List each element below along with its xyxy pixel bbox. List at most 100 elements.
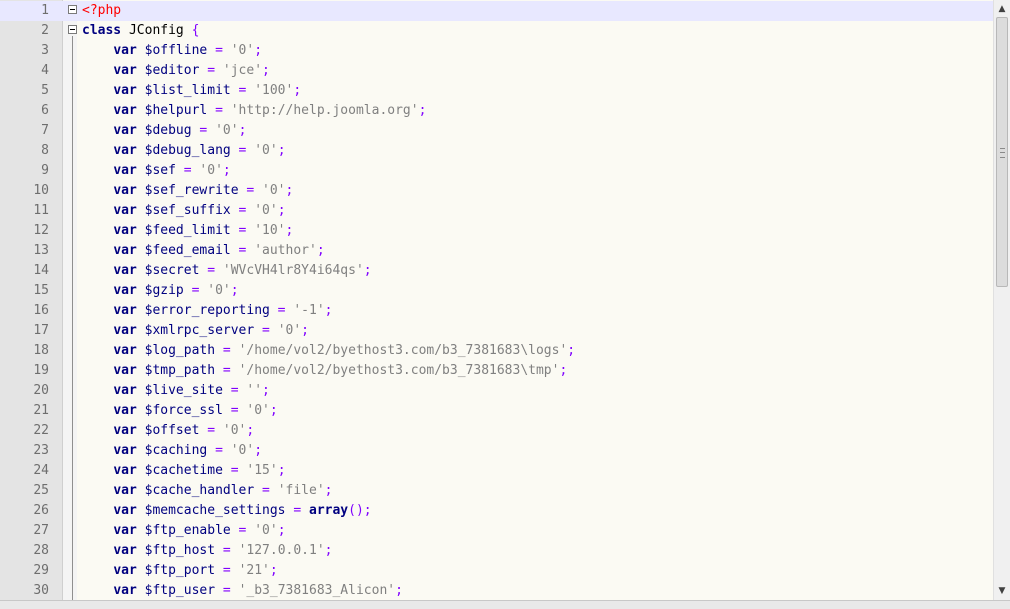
code-line[interactable]: 13 var $feed_email = 'author';	[0, 241, 993, 261]
code-token: ;	[269, 563, 278, 578]
code-token: '0'	[277, 323, 302, 338]
code-line[interactable]: 26 var $memcache_settings = array();	[0, 501, 993, 521]
code-editor[interactable]: 1 <?php 2 class JConfig {3 var $offline = '…	[0, 0, 993, 600]
scroll-up-button[interactable]: ▲	[994, 1, 1010, 17]
code-line[interactable]: 15 var $gzip = '0';	[0, 281, 993, 301]
code-token: var	[113, 503, 137, 518]
code-token: $sef_suffix	[136, 203, 231, 218]
code-line[interactable]: 3 var $offline = '0';	[0, 41, 993, 61]
code-token: =	[215, 583, 239, 598]
code-token: var	[113, 163, 137, 178]
code-token: var	[113, 243, 137, 258]
scroll-down-button[interactable]: ▼	[994, 583, 1010, 599]
code-token: ;	[277, 463, 286, 478]
code-token: $secret	[136, 263, 200, 278]
code-line[interactable]: 16 var $error_reporting = '-1';	[0, 301, 993, 321]
code-token: '0'	[254, 523, 278, 538]
code-token: ;	[277, 523, 286, 538]
code-token: $debug	[136, 123, 192, 138]
code-token: $error_reporting	[136, 303, 270, 318]
code-line[interactable]: 17 var $xmlrpc_server = '0';	[0, 321, 993, 341]
code-token: var	[113, 323, 137, 338]
code-line[interactable]: 27 var $ftp_enable = '0';	[0, 521, 993, 541]
code-token: '0'	[246, 403, 270, 418]
fold-minus-icon[interactable]	[68, 5, 77, 14]
code-text: var $sef = '0';	[82, 161, 231, 181]
code-token: $tmp_path	[136, 363, 216, 378]
code-text: var $live_site = '';	[82, 381, 270, 401]
code-line[interactable]: 9 var $sef = '0';	[0, 161, 993, 181]
code-token: var	[113, 303, 137, 318]
code-line[interactable]: 11 var $sef_suffix = '0';	[0, 201, 993, 221]
scrollbar-thumb[interactable]	[996, 17, 1008, 287]
code-line[interactable]: 21 var $force_ssl = '0';	[0, 401, 993, 421]
line-number: 2	[41, 23, 49, 38]
line-number: 1	[41, 3, 49, 18]
code-line[interactable]: 4 var $editor = 'jce';	[0, 61, 993, 81]
code-token: var	[113, 223, 137, 238]
code-token: $debug_lang	[136, 143, 231, 158]
code-line[interactable]: 20 var $live_site = '';	[0, 381, 993, 401]
code-token: =	[215, 363, 239, 378]
code-line[interactable]: 28 var $ftp_host = '127.0.0.1';	[0, 541, 993, 561]
code-token: ;	[254, 443, 263, 458]
code-line[interactable]: 24 var $cachetime = '15';	[0, 461, 993, 481]
code-token: =	[254, 323, 278, 338]
line-number: 27	[33, 523, 49, 538]
fold-minus-icon[interactable]	[68, 25, 77, 34]
code-token: =	[199, 263, 223, 278]
code-line[interactable]: 2 class JConfig {	[0, 21, 993, 41]
code-text: var $gzip = '0';	[82, 281, 238, 301]
code-token: ;	[324, 303, 333, 318]
code-line[interactable]: 8 var $debug_lang = '0';	[0, 141, 993, 161]
code-text: var $editor = 'jce';	[82, 61, 270, 81]
code-token: class	[82, 23, 122, 38]
line-number: 11	[33, 203, 49, 218]
code-line[interactable]: 25 var $cache_handler = 'file';	[0, 481, 993, 501]
code-line[interactable]: 18 var $log_path = '/home/vol2/byethost3…	[0, 341, 993, 361]
code-token: =	[207, 103, 231, 118]
code-token: '_b3_7381683_Alicon'	[238, 583, 396, 598]
code-token: =	[230, 143, 255, 158]
code-line[interactable]: 23 var $caching = '0';	[0, 441, 993, 461]
code-token: '0'	[254, 143, 278, 158]
code-text: var $secret = 'WVcVH4lr8Y4i64qs';	[82, 261, 371, 281]
horizontal-scrollbar[interactable]	[0, 600, 1010, 609]
code-line[interactable]: 14 var $secret = 'WVcVH4lr8Y4i64qs';	[0, 261, 993, 281]
code-text: var $ftp_user = '_b3_7381683_Alicon';	[82, 581, 403, 600]
code-token: $force_ssl	[136, 403, 223, 418]
vertical-scrollbar[interactable]: ▲ ▼	[993, 0, 1010, 600]
code-line[interactable]: 22 var $offset = '0';	[0, 421, 993, 441]
code-line[interactable]: 5 var $list_limit = '100';	[0, 81, 993, 101]
code-token: $offline	[136, 43, 208, 58]
code-token: ;	[277, 143, 286, 158]
code-token: array	[309, 503, 349, 518]
line-number: 29	[33, 563, 49, 578]
code-line[interactable]: 19 var $tmp_path = '/home/vol2/byethost3…	[0, 361, 993, 381]
code-token: =	[222, 403, 247, 418]
line-number: 12	[33, 223, 49, 238]
line-number: 30	[33, 583, 49, 598]
code-text: class JConfig {	[82, 21, 199, 41]
code-line[interactable]: 12 var $feed_limit = '10';	[0, 221, 993, 241]
code-line[interactable]: 29 var $ftp_port = '21';	[0, 561, 993, 581]
line-number: 20	[33, 383, 49, 398]
code-token: ;	[269, 403, 278, 418]
code-token: '10'	[254, 223, 286, 238]
code-line[interactable]: 10 var $sef_rewrite = '0';	[0, 181, 993, 201]
code-token: <?php	[82, 3, 122, 18]
code-token: ;	[222, 163, 231, 178]
code-line[interactable]: 7 var $debug = '0';	[0, 121, 993, 141]
code-line[interactable]: 6 var $helpurl = 'http://help.joomla.org…	[0, 101, 993, 121]
code-token: ;	[559, 363, 568, 378]
code-line[interactable]: 1 <?php	[0, 1, 993, 21]
code-line[interactable]: 30 var $ftp_user = '_b3_7381683_Alicon';	[0, 581, 993, 600]
code-token: ;	[567, 343, 576, 358]
